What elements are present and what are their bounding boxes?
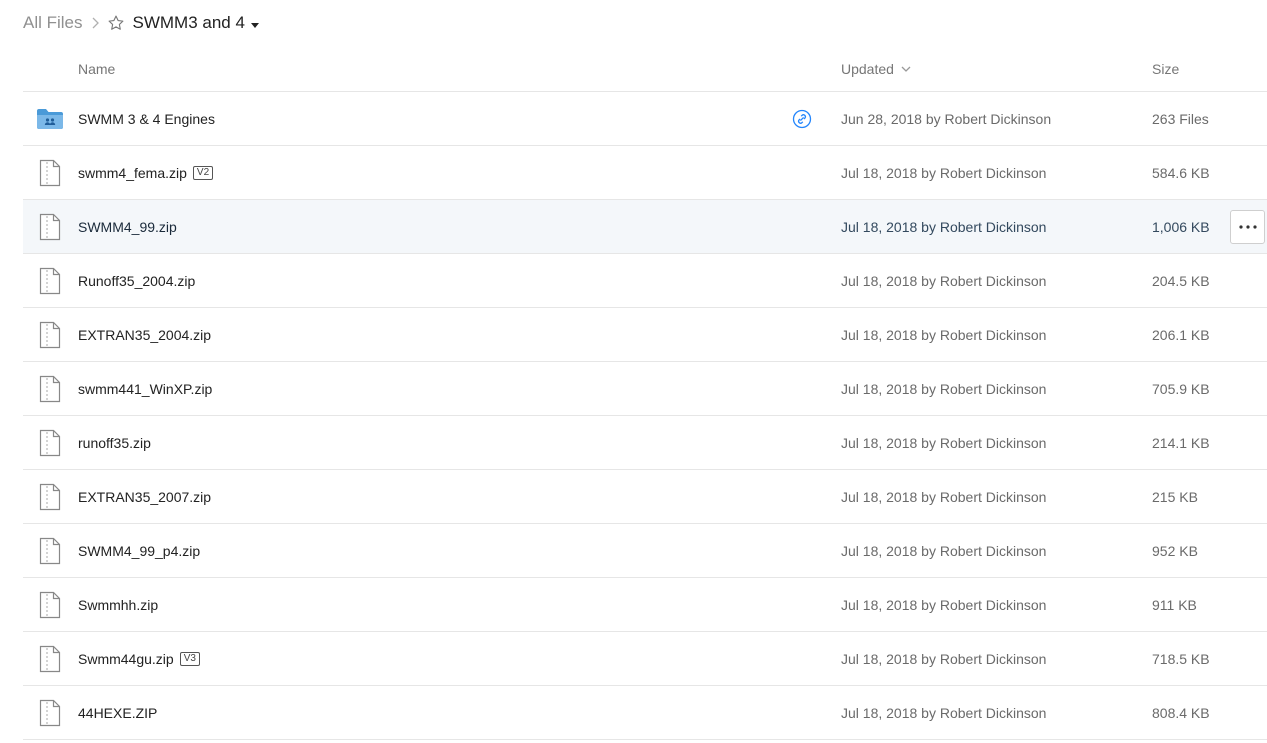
file-icon bbox=[36, 429, 64, 457]
name-cell: SWMM4_99_p4.zip bbox=[78, 524, 200, 577]
updated-cell: Jun 28, 2018 by Robert Dickinson bbox=[841, 110, 1052, 127]
size-cell: 718.5 KB bbox=[1152, 650, 1210, 667]
name-cell: Runoff35_2004.zip bbox=[78, 254, 195, 307]
updated-cell: Jul 18, 2018 by Robert Dickinson bbox=[841, 218, 1047, 235]
table-row[interactable]: swmm4_fema.zip V2 Jul 18, 2018 by Robert D… bbox=[23, 146, 1267, 200]
name-cell: SWMM4_99.zip bbox=[78, 200, 177, 253]
file-icon bbox=[36, 321, 64, 349]
size-cell: 705.9 KB bbox=[1152, 380, 1210, 397]
table-row[interactable]: SWMM4_99_p4.zip Jul 18, 2018 by Robert Di… bbox=[23, 524, 1267, 578]
name-cell: SWMM 3 & 4 Engines bbox=[78, 92, 215, 145]
item-name-link[interactable]: Swmmhh.zip bbox=[78, 597, 158, 613]
updated-cell: Jul 18, 2018 by Robert Dickinson bbox=[841, 596, 1047, 613]
column-header-size[interactable]: Size bbox=[1152, 61, 1179, 77]
size-cell: 911 KB bbox=[1152, 596, 1197, 613]
size-cell: 1,006 KB bbox=[1152, 218, 1210, 235]
current-folder-label: SWMM3 and 4 bbox=[132, 13, 245, 32]
item-name-link[interactable]: Swmm44gu.zip bbox=[78, 651, 174, 667]
size-cell: 215 KB bbox=[1152, 488, 1198, 505]
caret-down-icon bbox=[250, 22, 259, 28]
updated-cell: Jul 18, 2018 by Robert Dickinson bbox=[841, 164, 1047, 181]
item-name-link[interactable]: SWMM4_99_p4.zip bbox=[78, 543, 200, 559]
updated-cell: Jul 18, 2018 by Robert Dickinson bbox=[841, 380, 1047, 397]
shared-folder-icon bbox=[36, 105, 64, 133]
table-row[interactable]: SWMM 3 & 4 Engines Jun 28, 2018 by Robert… bbox=[23, 92, 1267, 146]
breadcrumb-current-folder[interactable]: SWMM3 and 4 bbox=[133, 13, 259, 33]
star-icon[interactable] bbox=[107, 14, 125, 32]
breadcrumb-all-files[interactable]: All Files bbox=[23, 13, 83, 33]
file-icon bbox=[36, 483, 64, 511]
file-table: Name Updated Size SWMM 3 & 4 Engines Jun … bbox=[23, 45, 1267, 740]
updated-cell: Jul 18, 2018 by Robert Dickinson bbox=[841, 488, 1047, 505]
file-icon bbox=[36, 375, 64, 403]
ellipsis-icon bbox=[1238, 225, 1257, 229]
size-cell: 584.6 KB bbox=[1152, 164, 1210, 181]
shared-link-icon[interactable] bbox=[792, 109, 812, 129]
file-icon bbox=[36, 213, 64, 241]
item-name-link[interactable]: runoff35.zip bbox=[78, 435, 151, 451]
name-cell: runoff35.zip bbox=[78, 416, 151, 469]
file-icon bbox=[36, 159, 64, 187]
column-header-updated-label: Updated bbox=[841, 61, 894, 77]
table-row[interactable]: swmm441_WinXP.zip Jul 18, 2018 by Robert … bbox=[23, 362, 1267, 416]
item-name-link[interactable]: EXTRAN35_2004.zip bbox=[78, 327, 211, 343]
table-header: Name Updated Size bbox=[23, 45, 1267, 92]
table-row[interactable]: runoff35.zip Jul 18, 2018 by Robert Dicki… bbox=[23, 416, 1267, 470]
file-icon bbox=[36, 645, 64, 673]
file-icon bbox=[36, 699, 64, 727]
size-cell: 214.1 KB bbox=[1152, 434, 1210, 451]
file-icon bbox=[36, 267, 64, 295]
item-name-link[interactable]: swmm4_fema.zip bbox=[78, 165, 187, 181]
table-body: SWMM 3 & 4 Engines Jun 28, 2018 by Robert… bbox=[23, 92, 1267, 740]
more-options-button[interactable] bbox=[1230, 210, 1265, 244]
updated-cell: Jul 18, 2018 by Robert Dickinson bbox=[841, 434, 1047, 451]
table-row[interactable]: Swmmhh.zip Jul 18, 2018 by Robert Dickins… bbox=[23, 578, 1267, 632]
version-badge[interactable]: V2 bbox=[192, 165, 214, 180]
name-cell: Swmm44gu.zip V3 bbox=[78, 632, 200, 685]
name-cell: EXTRAN35_2007.zip bbox=[78, 470, 211, 523]
name-cell: 44HEXE.ZIP bbox=[78, 686, 157, 739]
column-header-name[interactable]: Name bbox=[78, 61, 115, 77]
updated-cell: Jul 18, 2018 by Robert Dickinson bbox=[841, 542, 1047, 559]
updated-cell: Jul 18, 2018 by Robert Dickinson bbox=[841, 272, 1047, 289]
item-name-link[interactable]: 44HEXE.ZIP bbox=[78, 705, 157, 721]
version-badge[interactable]: V3 bbox=[179, 651, 200, 666]
size-cell: 206.1 KB bbox=[1152, 326, 1210, 343]
item-name-link[interactable]: SWMM4_99.zip bbox=[78, 219, 177, 235]
updated-cell: Jul 18, 2018 by Robert Dickinson bbox=[841, 326, 1047, 343]
updated-cell: Jul 18, 2018 by Robert Dickinson bbox=[841, 704, 1047, 721]
name-cell: swmm4_fema.zip V2 bbox=[78, 146, 214, 199]
table-row[interactable]: EXTRAN35_2004.zip Jul 18, 2018 by Robert … bbox=[23, 308, 1267, 362]
item-name-link[interactable]: EXTRAN35_2007.zip bbox=[78, 489, 211, 505]
name-cell: EXTRAN35_2004.zip bbox=[78, 308, 211, 361]
table-row[interactable]: Swmm44gu.zip V3 Jul 18, 2018 by Robert Dic… bbox=[23, 632, 1267, 686]
table-row[interactable]: 44HEXE.ZIP Jul 18, 2018 by Robert Dickins… bbox=[23, 686, 1267, 740]
table-row[interactable]: Runoff35_2004.zip Jul 18, 2018 by Robert … bbox=[23, 254, 1267, 308]
name-cell: swmm441_WinXP.zip bbox=[78, 362, 212, 415]
size-cell: 263 Files bbox=[1152, 110, 1209, 127]
breadcrumb: All Files SWMM3 and 4 bbox=[23, 10, 259, 36]
size-cell: 204.5 KB bbox=[1152, 272, 1210, 289]
file-icon bbox=[36, 591, 64, 619]
name-cell: Swmmhh.zip bbox=[78, 578, 158, 631]
item-name-link[interactable]: swmm441_WinXP.zip bbox=[78, 381, 212, 397]
file-icon bbox=[36, 537, 64, 565]
item-name-link[interactable]: SWMM 3 & 4 Engines bbox=[78, 111, 215, 127]
chevron-down-icon bbox=[901, 66, 911, 72]
column-header-updated[interactable]: Updated bbox=[841, 61, 911, 77]
table-row[interactable]: SWMM4_99.zip Jul 18, 2018 by Robert Dicki… bbox=[23, 200, 1267, 254]
size-cell: 952 KB bbox=[1152, 542, 1198, 559]
table-row[interactable]: EXTRAN35_2007.zip Jul 18, 2018 by Robert … bbox=[23, 470, 1267, 524]
chevron-right-icon bbox=[92, 17, 99, 29]
item-name-link[interactable]: Runoff35_2004.zip bbox=[78, 273, 195, 289]
size-cell: 808.4 KB bbox=[1152, 704, 1210, 721]
updated-cell: Jul 18, 2018 by Robert Dickinson bbox=[841, 650, 1047, 667]
